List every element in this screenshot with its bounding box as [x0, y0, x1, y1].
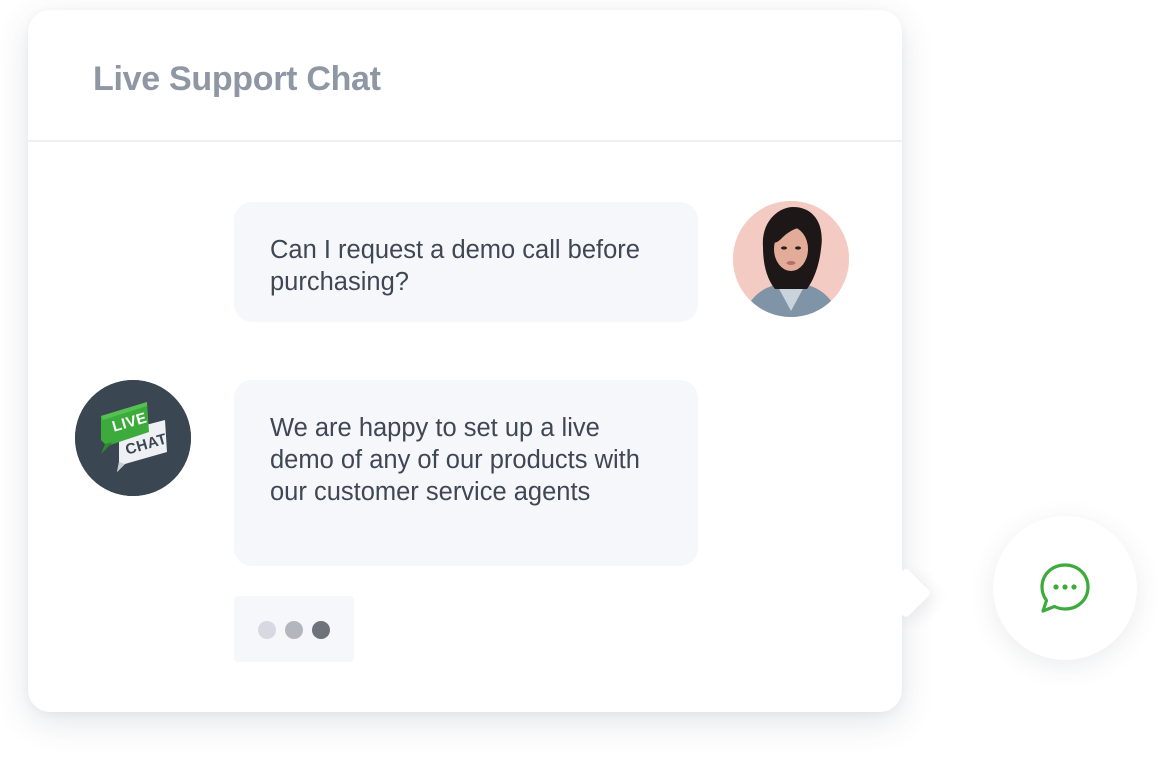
- typing-indicator: [234, 596, 354, 662]
- chat-bubble-icon: [1040, 563, 1090, 613]
- agent-message-bubble: We are happy to set up a live demo of an…: [234, 380, 698, 566]
- user-avatar-icon: [733, 201, 849, 317]
- live-chat-logo-icon: [75, 380, 191, 496]
- typing-dot: [258, 621, 276, 639]
- agent-message-text: We are happy to set up a live demo of an…: [270, 414, 640, 506]
- typing-dot: [285, 621, 303, 639]
- chat-header: Live Support Chat: [28, 10, 902, 142]
- chat-panel: Live Support Chat Can I request a demo c…: [28, 10, 902, 712]
- user-message-text: Can I request a demo call before purchas…: [270, 236, 640, 296]
- chat-widget: Live Support Chat Can I request a demo c…: [0, 0, 1166, 758]
- user-message-bubble: Can I request a demo call before purchas…: [234, 202, 698, 322]
- typing-dot: [312, 621, 330, 639]
- chat-title: Live Support Chat: [93, 60, 381, 98]
- chat-launcher-button[interactable]: [993, 516, 1137, 660]
- panel-tail-cover: [870, 560, 902, 630]
- agent-avatar: LIVE CHAT: [75, 380, 191, 496]
- user-avatar: [733, 201, 849, 317]
